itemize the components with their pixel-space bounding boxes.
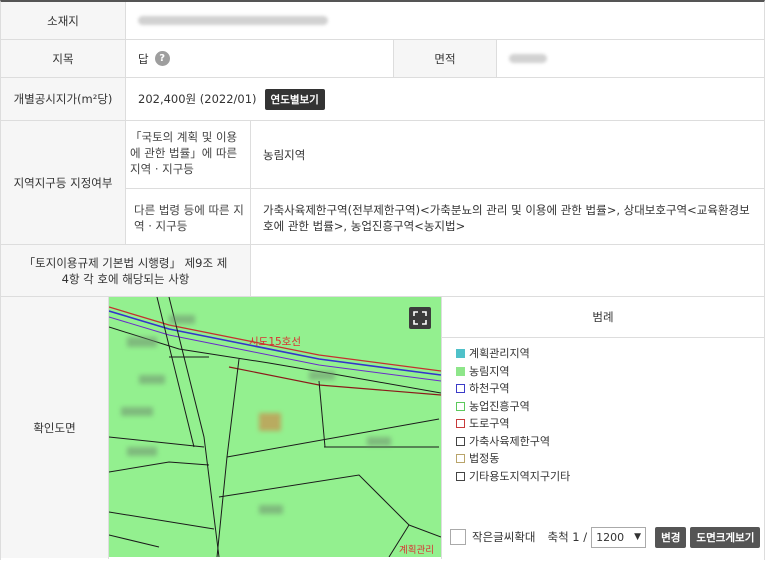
legend-swatch-icon <box>456 436 465 446</box>
enlarge-text-label: 작은글씨확대 <box>472 530 536 544</box>
legend-item: 농업진흥구역 <box>456 398 570 416</box>
legend-item: 계획관리지역 <box>456 345 570 363</box>
chevron-down-icon: ▼ <box>634 532 642 542</box>
zone-sub2-value: 가축사육제한구역(전부제한구역)<가축분뇨의 관리 및 이용에 관한 법률>, … <box>263 203 750 233</box>
legend-item-label: 도로구역 <box>469 417 510 430</box>
legend-swatch-icon <box>456 366 465 376</box>
redacted-text <box>138 16 328 25</box>
address-row: 소재지 <box>1 2 764 40</box>
map-controls: 작은글씨확대 축척 1 / 1200 ▼ 변경 도면크게보기 <box>442 517 764 557</box>
legend-swatch-icon <box>456 471 465 481</box>
legend-swatch-icon <box>456 454 465 463</box>
address-label: 소재지 <box>1 2 125 39</box>
price-row: 개별공시지가(m²당) 202,400원 (2022/01) 연도별보기 <box>1 78 764 121</box>
area-value-redacted <box>497 40 547 77</box>
legend-item-label: 하천구역 <box>469 382 510 395</box>
legend-item: 농림지역 <box>456 363 570 381</box>
price-value: 202,400원 (2022/01) <box>138 92 257 106</box>
jimok-value-cell: 답 ? <box>126 40 170 77</box>
parcel-map-drawing: 시도15호선 계획관리 <box>109 297 441 557</box>
jimok-row: 지목 답 ? 면적 <box>1 40 764 78</box>
scale-label: 축척 1 / <box>547 530 588 544</box>
legend-item: 하천구역 <box>456 380 570 398</box>
zone-sub1-label: 「국토의 계획 및 이용에 관한 법률」에 따른 지역 · 지구등 <box>130 130 238 176</box>
map-row: 확인도면 시도15호선 계획관리 범례 계획관리지역 농림지역 하천구역 농업진… <box>1 297 764 559</box>
legend-item-label: 계획관리지역 <box>469 347 530 360</box>
area-label: 면적 <box>394 40 496 77</box>
legend-swatch-icon <box>456 401 465 411</box>
corner-zone-label: 계획관리 <box>399 544 434 556</box>
price-value-cell: 202,400원 (2022/01) 연도별보기 <box>126 78 325 120</box>
legend-item: 도로구역 <box>456 415 570 433</box>
yearly-view-button[interactable]: 연도별보기 <box>264 88 325 110</box>
change-scale-button[interactable]: 변경 <box>655 526 687 548</box>
scale-value: 1200 <box>596 530 625 544</box>
zone-label: 지역지구등 지정여부 <box>1 121 125 244</box>
legend-item-label: 농림지역 <box>469 364 510 378</box>
zone-sub2: 다른 법령 등에 따른 지역 · 지구등 가축사육제한구역(전부제한구역)<가축… <box>126 189 764 244</box>
scale-select[interactable]: 1200 ▼ <box>591 526 647 548</box>
zone-sub1-value: 농림지역 <box>263 147 306 162</box>
legend-item-label: 가축사육제한구역 <box>469 434 550 448</box>
jimok-value: 답 <box>138 51 149 66</box>
jimok-label: 지목 <box>1 40 125 77</box>
legend-title: 범례 <box>442 297 764 338</box>
legend-item-label: 법정동 <box>469 452 500 465</box>
legend-swatch-icon <box>456 384 465 393</box>
legend-item-label: 농업진흥구역 <box>469 399 530 413</box>
expand-icon[interactable] <box>409 307 431 329</box>
help-icon[interactable]: ? <box>154 51 170 66</box>
legend-list: 계획관리지역농림지역하천구역농업진흥구역도로구역가축사육제한구역법정동기타용도지… <box>456 345 570 485</box>
zone-sub1: 「국토의 계획 및 이용에 관한 법률」에 따른 지역 · 지구등 농림지역 <box>126 121 764 189</box>
zone-sub2-label: 다른 법령 등에 따른 지역 · 지구등 <box>134 203 244 233</box>
redacted-text <box>509 54 547 63</box>
address-value-redacted <box>126 2 328 39</box>
land-info-table: 소재지 지목 답 ? 면적 개별공시지가(m²당) 202,400원 (2022… <box>0 0 765 560</box>
zone-row: 지역지구등 지정여부 「국토의 계획 및 이용에 관한 법률」에 따른 지역 ·… <box>1 121 764 245</box>
road-label: 시도15호선 <box>249 336 301 348</box>
regulation-row: 「토지이용규제 기본법 시행령」 제9조 제4항 각 호에 해당되는 사항 <box>1 245 764 297</box>
map-label: 확인도면 <box>1 297 108 558</box>
confirmation-map[interactable]: 시도15호선 계획관리 <box>109 297 441 557</box>
big-map-button[interactable]: 도면크게보기 <box>690 526 761 548</box>
price-label: 개별공시지가(m²당) <box>1 78 125 120</box>
legend-item: 기타용도지역지구기타 <box>456 468 570 486</box>
regulation-label: 「토지이용규제 기본법 시행령」 제9조 제4항 각 호에 해당되는 사항 <box>1 245 250 296</box>
legend-swatch-icon <box>456 349 465 358</box>
legend-item: 법정동 <box>456 450 570 468</box>
legend-item: 가축사육제한구역 <box>456 433 570 451</box>
legend-swatch-icon <box>456 419 465 428</box>
legend-item-label: 기타용도지역지구기타 <box>469 469 571 483</box>
enlarge-text-checkbox[interactable] <box>450 529 466 545</box>
